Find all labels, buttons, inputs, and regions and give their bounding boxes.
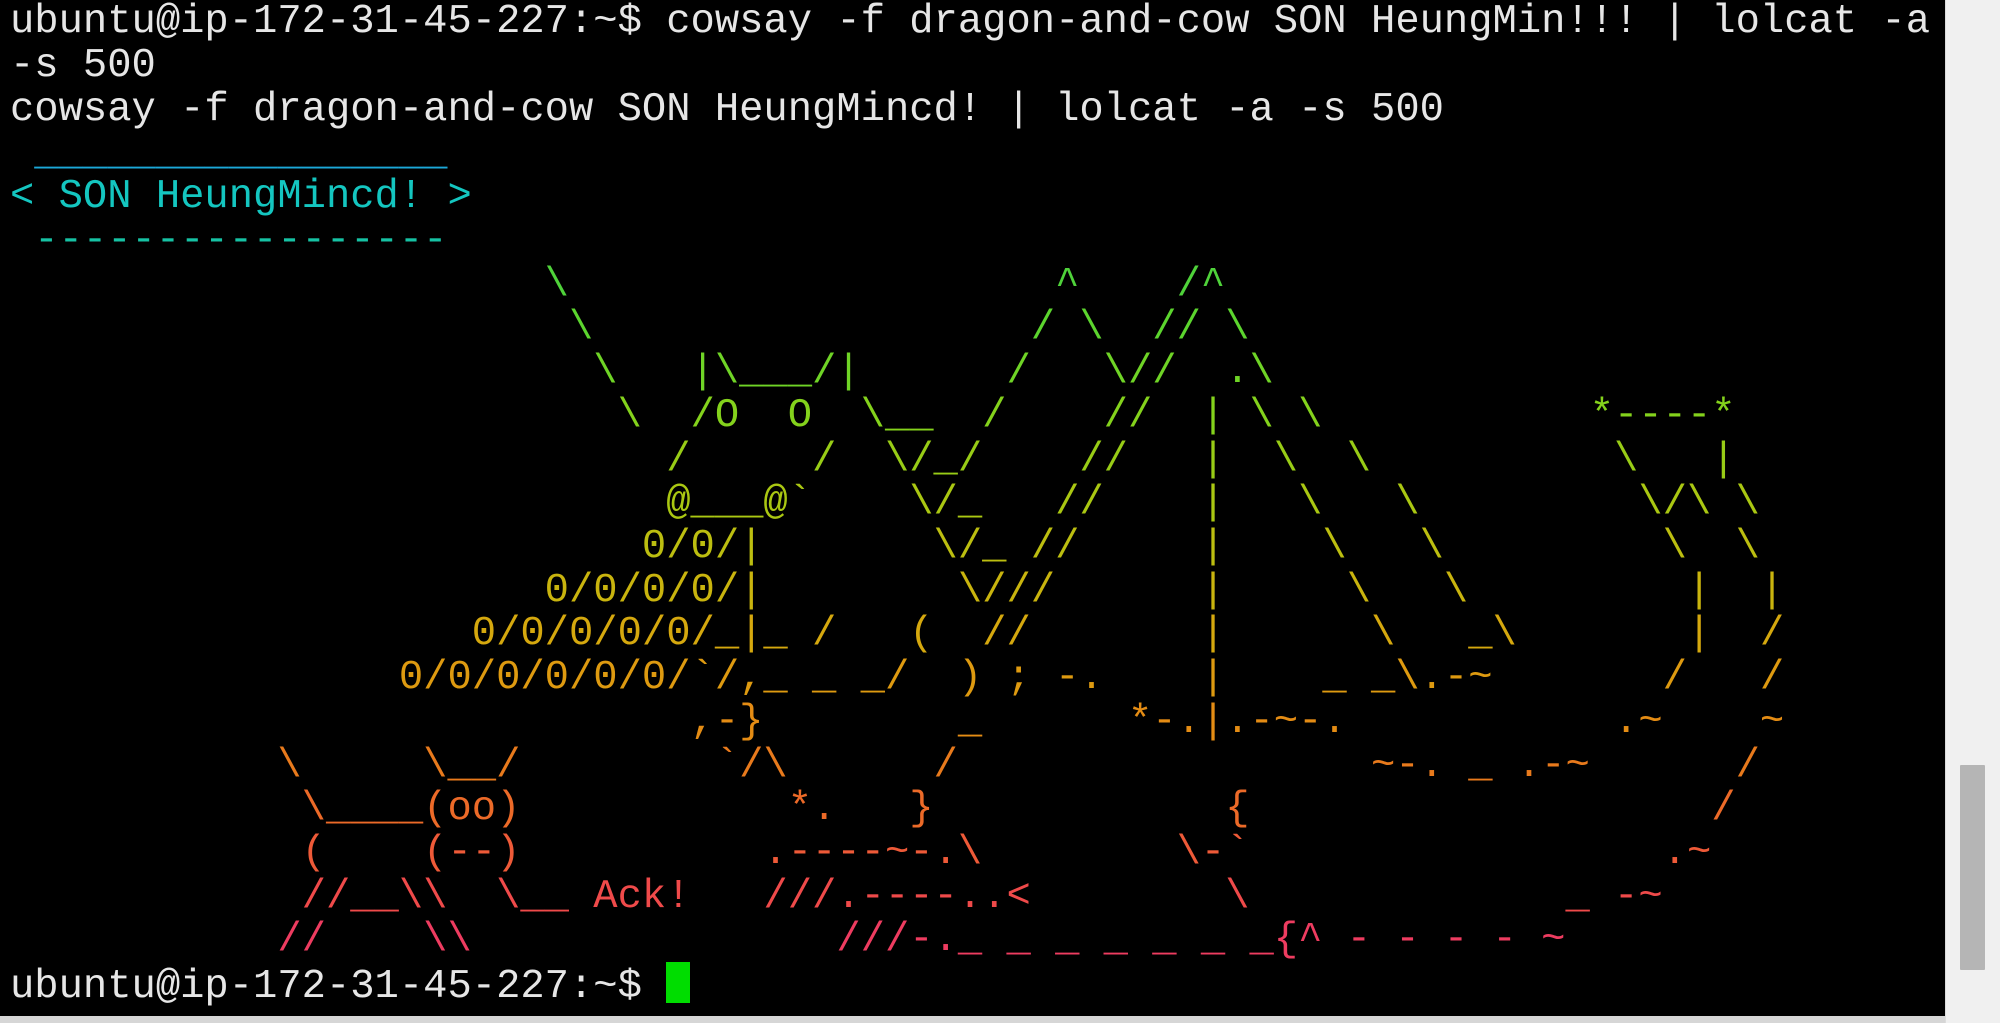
terminal-line: 0/0/0/0/0/0/`/,_ _ _/ ) ; -. | _ _\.-~ /… bbox=[10, 656, 1784, 700]
terminal-window[interactable]: ubuntu@ip-172-31-45-227:~$ cowsay -f dra… bbox=[0, 0, 1945, 1023]
terminal-line: 0/0/0/0/0/_|_ / ( // | \ _\ | / bbox=[10, 612, 1784, 656]
prompt-line: ubuntu@ip-172-31-45-227:~$ cowsay -f dra… bbox=[10, 0, 1930, 44]
terminal-line-text: < SON HeungMincd! > bbox=[10, 174, 472, 220]
terminal-line-text: / / \/_/ // | \ \ \ | bbox=[10, 437, 1736, 483]
terminal-line: \ /O O \__ / // | \ \ *----* bbox=[10, 394, 1736, 438]
terminal-line-text: 0/0/0/0/0/_|_ / ( // | \ _\ | / bbox=[10, 611, 1785, 657]
terminal-line-text: \ |\___/| / \// .\ bbox=[10, 349, 1274, 395]
terminal-line: // \\ ///-._ _ _ _ _ _ _{^ - - - - ~ bbox=[10, 918, 1565, 962]
terminal-line-text: \ ^ /^ bbox=[10, 262, 1226, 308]
terminal-line-text: ,-} _ *-.|.-~-. .~ ~ bbox=[10, 699, 1785, 745]
terminal-line-text: ----------------- bbox=[10, 218, 448, 264]
terminal-line: //__\\ \__ Ack! ///.----..< \ _ -~ bbox=[10, 875, 1663, 919]
terminal-line-text: @___@` \/_ // | \ \ \/\ \ bbox=[10, 480, 1760, 526]
terminal-line: 0/0/0/0/| \/// | \ \ | | bbox=[10, 568, 1785, 614]
terminal-line: \____(oo) *. } { / bbox=[10, 787, 1736, 831]
terminal-line: @___@` \/_ // | \ \ \/\ \ bbox=[10, 481, 1760, 525]
terminal-line-text: ( (--) .----~-.\ \-` .~ bbox=[10, 830, 1712, 876]
terminal-line: < SON HeungMincd! > bbox=[10, 175, 472, 219]
terminal-line-text: cowsay -f dragon-and-cow SON HeungMincd!… bbox=[10, 87, 1444, 133]
terminal-line: \ |\___/| / \// .\ bbox=[10, 350, 1274, 394]
terminal-line: ( (--) .----~-.\ \-` .~ bbox=[10, 830, 1712, 876]
scrollbar-thumb[interactable] bbox=[1960, 765, 1985, 970]
terminal-line-text: // \\ ///-._ _ _ _ _ _ _{^ - - - - ~ bbox=[10, 917, 1566, 963]
terminal-line-text: 0/0/0/0/| \/// | \ \ | | bbox=[10, 568, 1785, 614]
terminal-line: cowsay -f dragon-and-cow SON HeungMincd!… bbox=[10, 88, 1444, 132]
terminal-line-text: ubuntu@ip-172-31-45-227:~$ cowsay -f dra… bbox=[10, 0, 1931, 45]
terminal-line-text: _________________ bbox=[10, 131, 448, 177]
window-bottom-edge bbox=[0, 1016, 1945, 1023]
terminal-line: / / \/_/ // | \ \ \ | bbox=[10, 437, 1736, 483]
terminal-line: ----------------- bbox=[10, 219, 447, 263]
terminal-line: _________________ bbox=[10, 132, 447, 176]
text-cursor bbox=[666, 962, 691, 1003]
terminal-line-text: 0/0/| \/_ // | \ \ \ \ bbox=[10, 524, 1760, 570]
terminal-line-text: //__\\ \__ Ack! ///.----..< \ _ -~ bbox=[10, 874, 1663, 920]
terminal-line: \ \__/ `/\ / ~-. _ .-~ / bbox=[10, 744, 1760, 788]
terminal-line-text: \ \__/ `/\ / ~-. _ .-~ / bbox=[10, 743, 1760, 789]
terminal-line-text: \ / \ // \ bbox=[10, 305, 1250, 351]
terminal-line: \ ^ /^ bbox=[10, 262, 1226, 308]
terminal-line: \ / \ // \ bbox=[10, 306, 1250, 350]
terminal-line-text: ubuntu@ip-172-31-45-227:~$ bbox=[10, 964, 667, 1010]
terminal-line: 0/0/| \/_ // | \ \ \ \ bbox=[10, 525, 1760, 569]
prompt-line: ubuntu@ip-172-31-45-227:~$ bbox=[10, 962, 691, 1010]
terminal-line: -s 500 bbox=[10, 44, 156, 88]
terminal-line-text: \ /O O \__ / // | \ \ *----* bbox=[10, 393, 1736, 439]
terminal-line: ,-} _ *-.|.-~-. .~ ~ bbox=[10, 699, 1785, 745]
terminal-line-text: -s 500 bbox=[10, 43, 156, 89]
terminal-line-text: \____(oo) *. } { / bbox=[10, 786, 1736, 832]
vertical-scrollbar[interactable] bbox=[1945, 0, 2000, 1023]
terminal-line-text: 0/0/0/0/0/0/`/,_ _ _/ ) ; -. | _ _\.-~ /… bbox=[10, 655, 1785, 701]
